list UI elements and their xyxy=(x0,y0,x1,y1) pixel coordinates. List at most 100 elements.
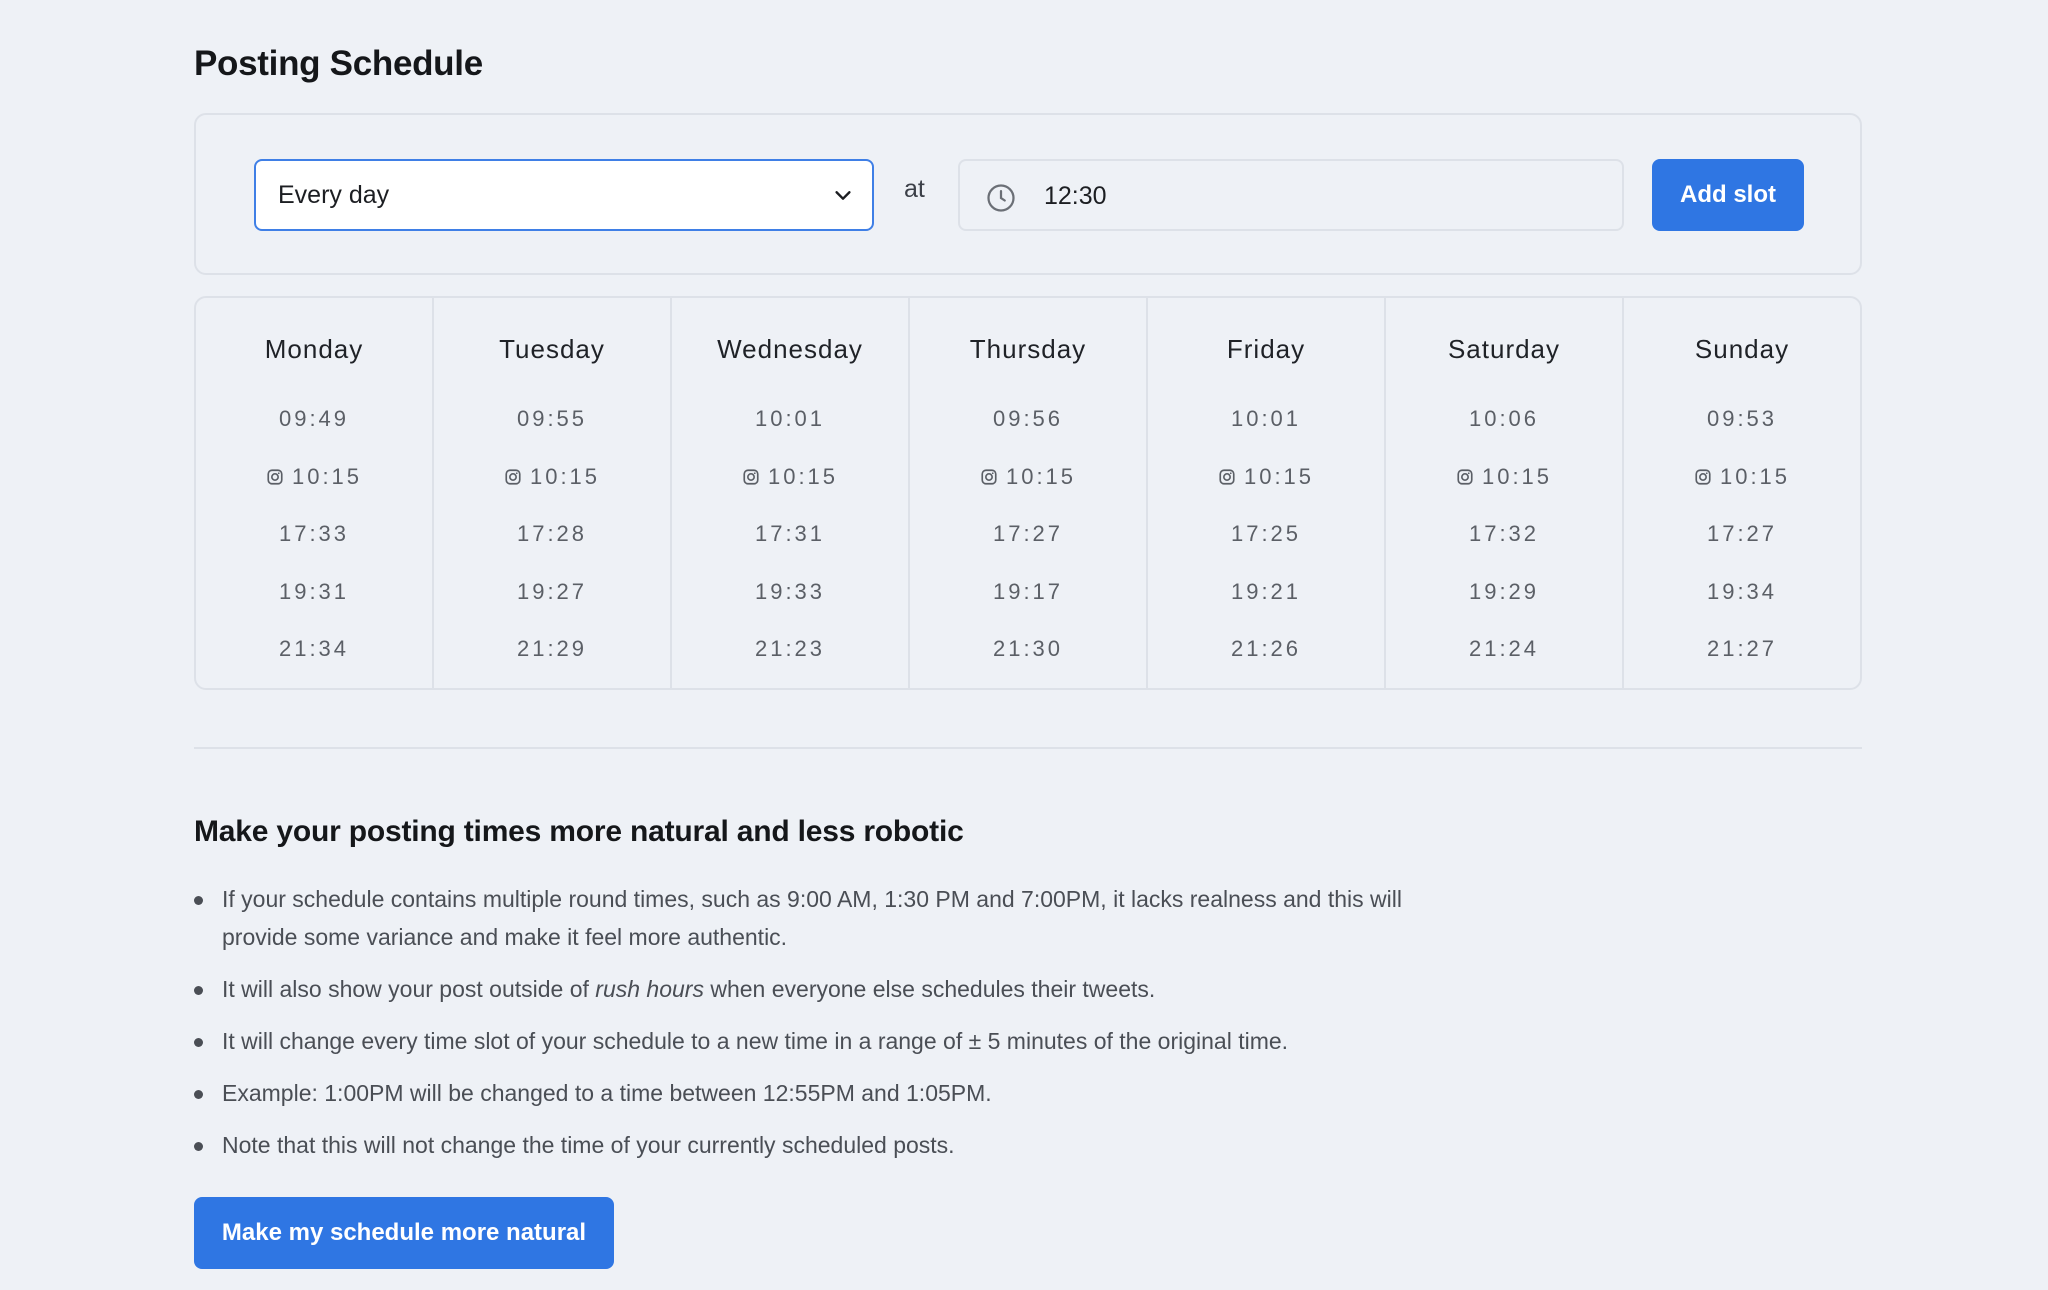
time-slot[interactable]: 10:15 xyxy=(196,464,432,522)
make-schedule-natural-button[interactable]: Make my schedule more natural xyxy=(194,1197,614,1269)
instagram-icon xyxy=(505,468,521,485)
time-slot-list: 09:49 10:15 17:33 19:31 21:34 xyxy=(196,406,432,688)
tip-text: Note that this will not change the time … xyxy=(222,1132,955,1158)
time-slot-value: 17:27 xyxy=(992,521,1064,546)
time-slot-value: 09:56 xyxy=(992,406,1064,431)
time-slot[interactable]: 19:33 xyxy=(672,579,908,637)
time-slot[interactable]: 19:21 xyxy=(1148,579,1384,637)
time-slot-value: 19:34 xyxy=(1706,578,1778,604)
time-slot[interactable]: 17:31 xyxy=(672,521,908,579)
time-slot-value: 10:15 xyxy=(529,463,601,489)
tip-item: Example: 1:00PM will be changed to a tim… xyxy=(194,1074,1454,1112)
tip-item: It will also show your post outside of r… xyxy=(194,970,1454,1008)
time-slot-value: 10:06 xyxy=(1468,406,1540,431)
clock-icon xyxy=(987,184,1015,212)
time-slot[interactable]: 10:01 xyxy=(1148,406,1384,464)
time-slot-list: 10:01 10:15 17:25 19:21 21:26 xyxy=(1148,406,1384,688)
time-slot[interactable]: 17:33 xyxy=(196,521,432,579)
time-slot-value: 21:23 xyxy=(754,636,826,661)
time-slot[interactable]: 10:15 xyxy=(672,464,908,522)
time-slot-value: 10:01 xyxy=(1230,406,1302,431)
at-label: at xyxy=(904,175,925,203)
time-slot[interactable]: 21:30 xyxy=(910,636,1146,688)
time-slot[interactable]: 21:29 xyxy=(434,636,670,688)
day-column-tuesday: Tuesday 09:55 10:15 17:28 19:27 21:29 xyxy=(434,298,672,688)
time-slot-value: 17:33 xyxy=(278,521,350,546)
tip-item: Note that this will not change the time … xyxy=(194,1126,1454,1164)
time-slot[interactable]: 19:29 xyxy=(1386,579,1622,637)
time-slot-value: 21:29 xyxy=(516,636,588,661)
frequency-select[interactable]: Every day xyxy=(254,159,874,231)
time-input[interactable]: 12:30 xyxy=(958,159,1624,231)
instagram-icon xyxy=(1695,468,1711,485)
time-slot-value: 10:01 xyxy=(754,406,826,431)
time-slot[interactable]: 17:25 xyxy=(1148,521,1384,579)
time-slot-value: 17:31 xyxy=(754,521,826,546)
time-slot-list: 09:53 10:15 17:27 19:34 21:27 xyxy=(1624,406,1860,688)
time-slot-value: 10:15 xyxy=(1481,463,1553,489)
time-slot-value: 19:27 xyxy=(516,578,588,604)
time-slot[interactable]: 19:34 xyxy=(1624,579,1860,637)
natural-section-title: Make your posting times more natural and… xyxy=(194,815,964,848)
time-slot[interactable]: 19:27 xyxy=(434,579,670,637)
time-slot[interactable]: 10:01 xyxy=(672,406,908,464)
time-slot[interactable]: 21:26 xyxy=(1148,636,1384,688)
time-slot-value: 21:26 xyxy=(1230,636,1302,661)
tip-item: If your schedule contains multiple round… xyxy=(194,880,1454,956)
tip-text: It will also show your post outside of xyxy=(222,976,596,1002)
time-slot[interactable]: 17:27 xyxy=(1624,521,1860,579)
time-slot-value: 09:49 xyxy=(278,406,350,431)
page-title: Posting Schedule xyxy=(194,44,483,83)
add-slot-card: Every day at 12:30 Add slot xyxy=(194,113,1862,275)
tip-text: Example: 1:00PM will be changed to a tim… xyxy=(222,1080,992,1106)
day-column-saturday: Saturday 10:06 10:15 17:32 19:29 21:24 xyxy=(1386,298,1624,688)
time-slot-value: 19:21 xyxy=(1230,578,1302,604)
tip-item: It will change every time slot of your s… xyxy=(194,1022,1454,1060)
add-slot-button[interactable]: Add slot xyxy=(1652,159,1804,231)
time-slot-value: 10:15 xyxy=(1243,463,1315,489)
time-slot-value: 10:15 xyxy=(1719,463,1791,489)
time-slot-value: 10:15 xyxy=(1005,463,1077,489)
time-slot-value: 17:28 xyxy=(516,521,588,546)
time-slot[interactable]: 09:56 xyxy=(910,406,1146,464)
tips-list: If your schedule contains multiple round… xyxy=(194,880,1454,1178)
day-column-thursday: Thursday 09:56 10:15 17:27 19:17 21:30 xyxy=(910,298,1148,688)
time-slot[interactable]: 19:17 xyxy=(910,579,1146,637)
time-slot[interactable]: 17:32 xyxy=(1386,521,1622,579)
instagram-icon xyxy=(1457,468,1473,485)
time-slot-value: 09:53 xyxy=(1706,406,1778,431)
time-slot-list: 10:06 10:15 17:32 19:29 21:24 xyxy=(1386,406,1622,688)
time-slot[interactable]: 10:15 xyxy=(1624,464,1860,522)
day-column-friday: Friday 10:01 10:15 17:25 19:21 21:26 xyxy=(1148,298,1386,688)
time-slot[interactable]: 21:27 xyxy=(1624,636,1860,688)
time-slot[interactable]: 10:15 xyxy=(1386,464,1622,522)
time-slot[interactable]: 09:55 xyxy=(434,406,670,464)
frequency-select-value: Every day xyxy=(278,180,390,209)
time-slot[interactable]: 10:06 xyxy=(1386,406,1622,464)
time-slot[interactable]: 19:31 xyxy=(196,579,432,637)
time-slot[interactable]: 21:23 xyxy=(672,636,908,688)
day-name: Tuesday xyxy=(499,334,605,364)
time-slot-value: 21:34 xyxy=(278,636,350,661)
time-slot[interactable]: 10:15 xyxy=(1148,464,1384,522)
time-slot[interactable]: 17:28 xyxy=(434,521,670,579)
time-slot-value: 21:30 xyxy=(992,636,1064,661)
day-name: Sunday xyxy=(1694,334,1790,364)
time-slot-list: 09:55 10:15 17:28 19:27 21:29 xyxy=(434,406,670,688)
time-slot[interactable]: 21:24 xyxy=(1386,636,1622,688)
instagram-icon xyxy=(1219,468,1235,485)
time-input-value: 12:30 xyxy=(1044,182,1107,210)
time-slot-value: 19:17 xyxy=(992,578,1064,604)
time-slot[interactable]: 17:27 xyxy=(910,521,1146,579)
time-slot[interactable]: 21:34 xyxy=(196,636,432,688)
tip-text: It will change every time slot of your s… xyxy=(222,1028,1289,1054)
time-slot-value: 21:24 xyxy=(1468,636,1540,661)
time-slot[interactable]: 10:15 xyxy=(910,464,1146,522)
time-slot[interactable]: 10:15 xyxy=(434,464,670,522)
tip-text: If your schedule contains multiple round… xyxy=(222,886,1402,950)
schedule-grid: Monday 09:49 10:15 17:33 19:31 21:34 Tuesday 09… xyxy=(194,296,1862,690)
time-slot-value: 19:29 xyxy=(1468,578,1540,604)
time-slot[interactable]: 09:53 xyxy=(1624,406,1860,464)
time-slot[interactable]: 09:49 xyxy=(196,406,432,464)
day-name: Friday xyxy=(1226,334,1306,364)
